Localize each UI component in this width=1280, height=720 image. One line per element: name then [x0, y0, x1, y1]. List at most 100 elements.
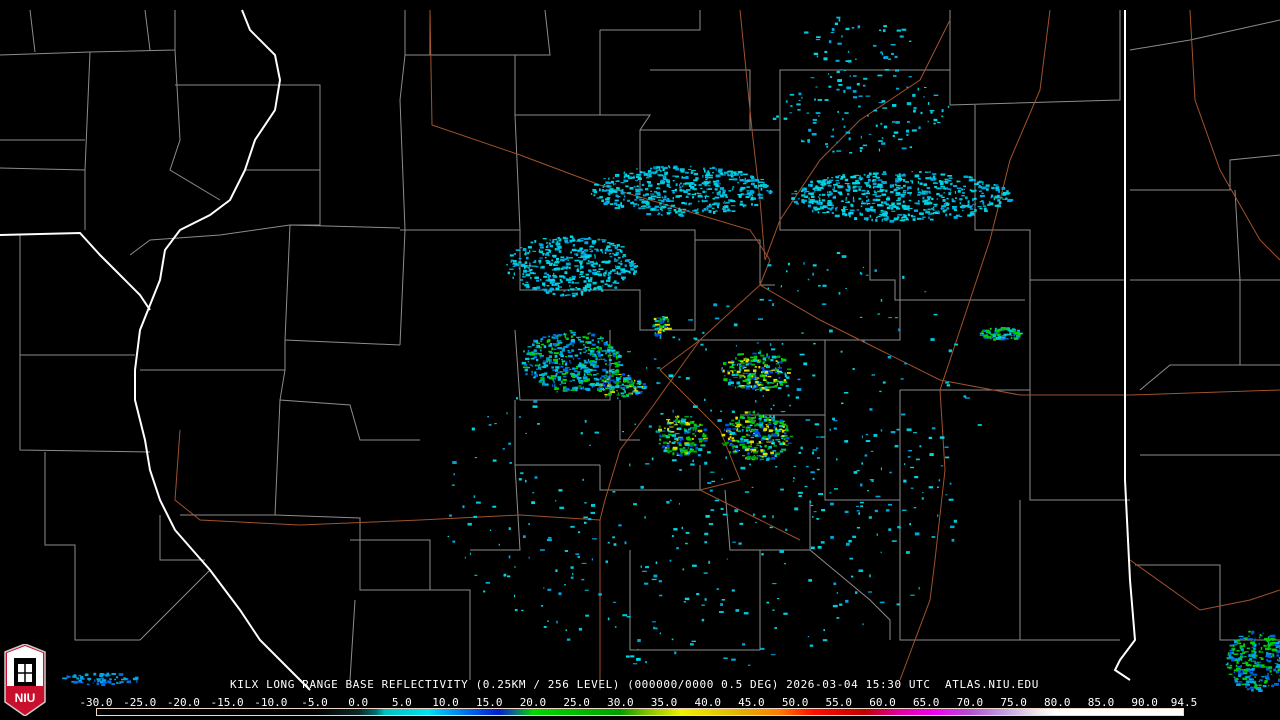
echo-pixel: [613, 543, 617, 546]
echo-pixel: [627, 375, 630, 377]
echo-pixel: [650, 190, 652, 192]
echo-pixel: [815, 436, 820, 438]
echo-pixel: [681, 424, 683, 427]
echo-pixel: [831, 28, 835, 31]
echo-pixel: [618, 189, 623, 191]
echo-pixel: [882, 213, 887, 215]
echo-pixel: [737, 354, 742, 356]
echo-pixel: [1265, 681, 1267, 684]
echo-pixel: [1259, 633, 1262, 636]
echo-pixel: [766, 601, 770, 604]
echo-pixel: [631, 260, 634, 263]
echo-pixel: [742, 643, 746, 646]
echo-pixel: [866, 176, 870, 179]
echo-pixel: [741, 365, 745, 368]
echo-pixel: [667, 419, 670, 423]
echo-pixel: [767, 434, 770, 436]
echo-pixel: [812, 449, 817, 451]
echo-pixel: [809, 644, 814, 647]
echo-pixel: [1229, 651, 1233, 655]
echo-pixel: [526, 270, 531, 272]
echo-pixel: [593, 287, 597, 291]
echo-pixel: [553, 380, 555, 384]
echo-pixel: [662, 445, 665, 448]
echo-pixel: [612, 281, 617, 284]
echo-pixel: [827, 184, 832, 187]
echo-pixel: [619, 249, 621, 253]
echo-pixel: [775, 360, 778, 362]
echo-pixel: [1003, 328, 1009, 331]
echo-pixel: [659, 325, 664, 329]
echo-pixel: [844, 209, 849, 211]
echo-pixel: [903, 179, 906, 182]
echo-pixel: [571, 350, 575, 352]
echo-pixel: [741, 443, 746, 446]
echo-pixel: [121, 678, 124, 681]
echo-pixel: [956, 180, 959, 183]
echo-pixel: [749, 420, 753, 424]
echo-pixel: [604, 252, 607, 254]
echo-pixel: [111, 672, 117, 675]
echo-pixel: [768, 429, 773, 433]
echo-pixel: [682, 568, 685, 571]
echo-pixel: [922, 492, 924, 494]
echo-pixel: [1016, 329, 1021, 332]
echo-pixel: [849, 557, 854, 560]
echo-pixel: [529, 250, 531, 253]
echo-pixel: [749, 440, 754, 444]
echo-pixel: [639, 199, 645, 201]
echo-pixel: [674, 651, 677, 655]
echo-pixel: [794, 507, 799, 511]
echo-pixel: [462, 505, 465, 509]
echo-pixel: [940, 182, 943, 186]
echo-pixel: [688, 168, 692, 171]
echo-pixel: [783, 438, 786, 441]
echo-pixel: [1254, 684, 1258, 686]
echo-pixel: [585, 284, 590, 288]
echo-pixel: [600, 248, 603, 252]
echo-pixel: [807, 140, 810, 143]
echo-pixel: [633, 265, 637, 269]
echo-pixel: [735, 609, 740, 612]
echo-pixel: [591, 360, 595, 363]
echo-pixel: [941, 205, 946, 208]
echo-pixel: [680, 211, 686, 214]
echo-pixel: [929, 218, 934, 221]
echo-pixel: [928, 216, 930, 219]
echo-pixel: [725, 201, 730, 204]
echo-pixel: [927, 102, 930, 105]
echo-pixel: [901, 204, 907, 208]
echo-pixel: [492, 505, 497, 508]
echo-pixel: [895, 194, 900, 197]
echo-pixel: [621, 373, 626, 376]
echo-pixel: [810, 195, 815, 198]
echo-pixel: [531, 265, 537, 267]
echo-pixel: [1271, 684, 1274, 688]
echo-pixel: [742, 445, 747, 449]
echo-pixel: [764, 444, 767, 448]
echo-pixel: [799, 353, 805, 356]
echo-pixel: [527, 252, 530, 255]
echo-pixel: [813, 511, 817, 513]
echo-pixel: [959, 215, 963, 217]
echo-pixel: [565, 367, 570, 369]
echo-pixel: [687, 192, 691, 195]
echo-pixel: [666, 318, 670, 320]
echo-pixel: [720, 507, 724, 510]
echo-pixel: [1258, 657, 1263, 659]
echo-pixel: [836, 592, 839, 594]
echo-pixel: [598, 359, 600, 361]
echo-pixel: [903, 208, 908, 210]
echo-pixel: [830, 535, 834, 539]
echo-pixel: [753, 197, 756, 200]
echo-pixel: [868, 133, 872, 135]
echo-pixel: [566, 278, 569, 280]
echo-pixel: [558, 250, 562, 253]
echo-pixel: [781, 437, 784, 440]
echo-pixel: [554, 500, 557, 502]
echo-pixel: [875, 218, 878, 222]
echo-pixel: [598, 353, 602, 357]
echo-pixel: [609, 203, 614, 205]
echo-pixel: [974, 183, 980, 186]
echo-pixel: [682, 447, 686, 449]
